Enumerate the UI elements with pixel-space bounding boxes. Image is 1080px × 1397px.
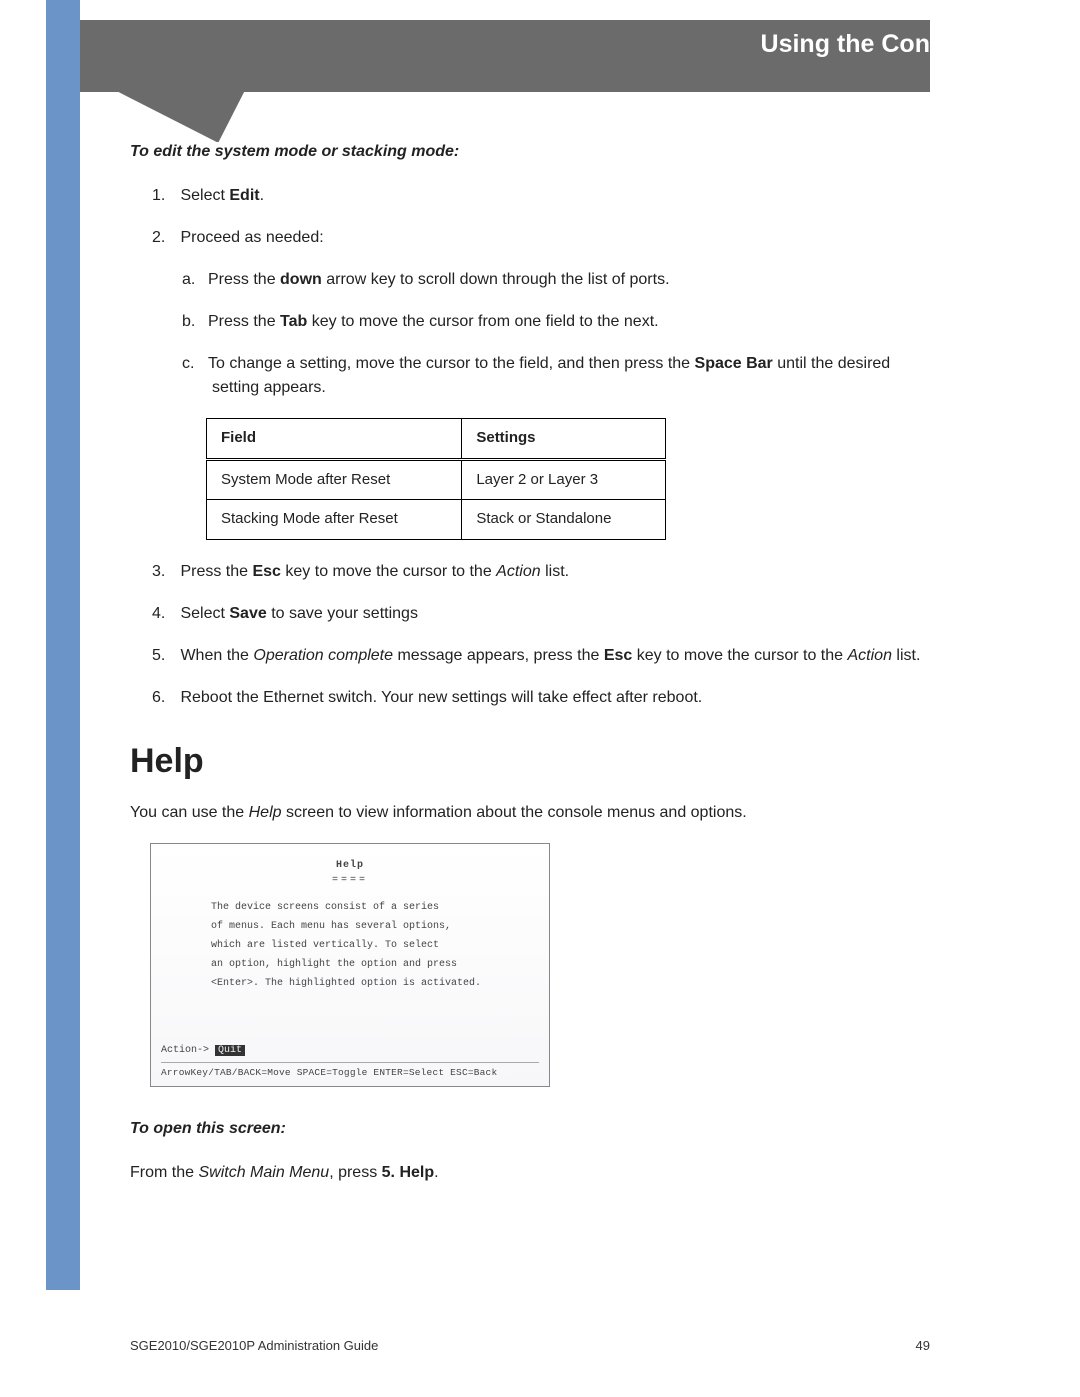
text-italic: Help	[249, 804, 282, 821]
text-italic: Action	[848, 647, 892, 664]
text: When the	[180, 647, 253, 664]
text: Reboot the Ethernet switch. Your new set…	[180, 689, 702, 706]
text-italic: Operation complete	[253, 647, 393, 664]
page-content: To edit the system mode or stacking mode…	[130, 140, 930, 1185]
text: , press	[329, 1164, 381, 1181]
chapter-subtitle: Help	[761, 63, 980, 80]
text: You can use the	[130, 804, 249, 821]
text: Press the	[180, 563, 252, 580]
step-number: 3.	[152, 560, 176, 584]
step-2: 2. Proceed as needed: a.Press the down a…	[152, 226, 930, 540]
text: Press the	[208, 313, 280, 330]
col-settings: Settings	[462, 419, 666, 460]
help-intro: You can use the Help screen to view info…	[130, 801, 930, 825]
side-accent-bar	[46, 0, 80, 1290]
text: key to move the cursor from one field to…	[307, 313, 658, 330]
settings-table: Field Settings System Mode after Reset L…	[206, 418, 666, 540]
step-number: 6.	[152, 686, 176, 710]
chapter-title: Using the Console	[761, 30, 980, 59]
text-bold: Tab	[280, 313, 307, 330]
table-row: System Mode after Reset Layer 2 or Layer…	[207, 459, 666, 500]
procedure-heading-open-screen: To open this screen:	[130, 1117, 930, 1141]
text: To change a setting, move the cursor to …	[208, 355, 695, 372]
text: Press the	[208, 271, 280, 288]
section-heading-help: Help	[130, 736, 930, 787]
console-body: The device screens consist of a series o…	[161, 898, 539, 993]
procedure-heading-edit-mode: To edit the system mode or stacking mode…	[130, 140, 930, 164]
text-italic: Switch Main Menu	[198, 1164, 329, 1181]
sub-letter: a.	[182, 268, 208, 292]
text: message appears, press the	[393, 647, 604, 664]
col-field: Field	[207, 419, 462, 460]
ordered-steps: 1. Select Edit. 2. Proceed as needed: a.…	[130, 184, 930, 710]
text-bold: 5. Help	[382, 1164, 434, 1181]
text: arrow key to scroll down through the lis…	[322, 271, 670, 288]
step-number: 5.	[152, 644, 176, 668]
console-screenshot: Help ==== The device screens consist of …	[150, 843, 550, 1087]
text: to save your settings	[267, 605, 418, 622]
text: key to move the cursor to the	[632, 647, 847, 664]
substep-c: c.To change a setting, move the cursor t…	[182, 352, 930, 400]
substep-a: a.Press the down arrow key to scroll dow…	[182, 268, 930, 292]
text: screen to view information about the con…	[282, 804, 747, 821]
action-label: Action->	[161, 1045, 209, 1056]
sub-letter: b.	[182, 310, 208, 334]
header-text-block: Using the Console Help	[761, 30, 980, 80]
step-1: 1. Select Edit.	[152, 184, 930, 208]
text-bold: down	[280, 271, 322, 288]
step-6: 6. Reboot the Ethernet switch. Your new …	[152, 686, 930, 710]
text-bold: Esc	[604, 647, 632, 664]
text: Select	[180, 187, 229, 204]
action-selected: Quit	[215, 1045, 245, 1056]
cell: Layer 2 or Layer 3	[462, 459, 666, 500]
text: .	[260, 187, 264, 204]
step-number: 4.	[152, 602, 176, 626]
text: Proceed as needed:	[180, 229, 323, 246]
text: .	[434, 1164, 438, 1181]
cell: System Mode after Reset	[207, 459, 462, 500]
text: key to move the cursor to the	[281, 563, 496, 580]
text-bold: Edit	[229, 187, 259, 204]
text: list.	[892, 647, 920, 664]
open-instruction: From the Switch Main Menu, press 5. Help…	[130, 1161, 930, 1185]
text-bold: Space Bar	[695, 355, 773, 372]
step-3: 3. Press the Esc key to move the cursor …	[152, 560, 930, 584]
console-title: Help	[161, 858, 539, 873]
text-bold: Esc	[252, 563, 280, 580]
substep-b: b.Press the Tab key to move the cursor f…	[182, 310, 930, 334]
step-5: 5. When the Operation complete message a…	[152, 644, 930, 668]
footer-doc-title: SGE2010/SGE2010P Administration Guide	[130, 1338, 378, 1353]
step-number: 2.	[152, 226, 176, 250]
console-line: of menus. Each menu has several options,	[211, 917, 489, 936]
text: Select	[180, 605, 229, 622]
console-footer: ArrowKey/TAB/BACK=Move SPACE=Toggle ENTE…	[161, 1062, 539, 1080]
console-line: which are listed vertically. To select	[211, 936, 489, 955]
substeps: a.Press the down arrow key to scroll dow…	[152, 268, 930, 400]
footer-page-number: 49	[916, 1338, 930, 1353]
table-row: Stacking Mode after Reset Stack or Stand…	[207, 500, 666, 540]
text-italic: Action	[496, 563, 540, 580]
cell: Stack or Standalone	[462, 500, 666, 540]
text-bold: Save	[229, 605, 266, 622]
console-line: The device screens consist of a series	[211, 898, 489, 917]
sub-letter: c.	[182, 352, 208, 376]
console-line: an option, highlight the option and pres…	[211, 955, 489, 974]
console-line: <Enter>. The highlighted option is activ…	[211, 974, 489, 993]
header-diagonal	[80, 92, 930, 142]
table-header-row: Field Settings	[207, 419, 666, 460]
text: From the	[130, 1164, 198, 1181]
text: list.	[541, 563, 569, 580]
cell: Stacking Mode after Reset	[207, 500, 462, 540]
console-title-underline: ====	[161, 873, 539, 888]
step-number: 1.	[152, 184, 176, 208]
console-action-line: Action-> Quit	[161, 1043, 539, 1058]
page-footer: SGE2010/SGE2010P Administration Guide 49	[130, 1338, 930, 1353]
step-4: 4. Select Save to save your settings	[152, 602, 930, 626]
